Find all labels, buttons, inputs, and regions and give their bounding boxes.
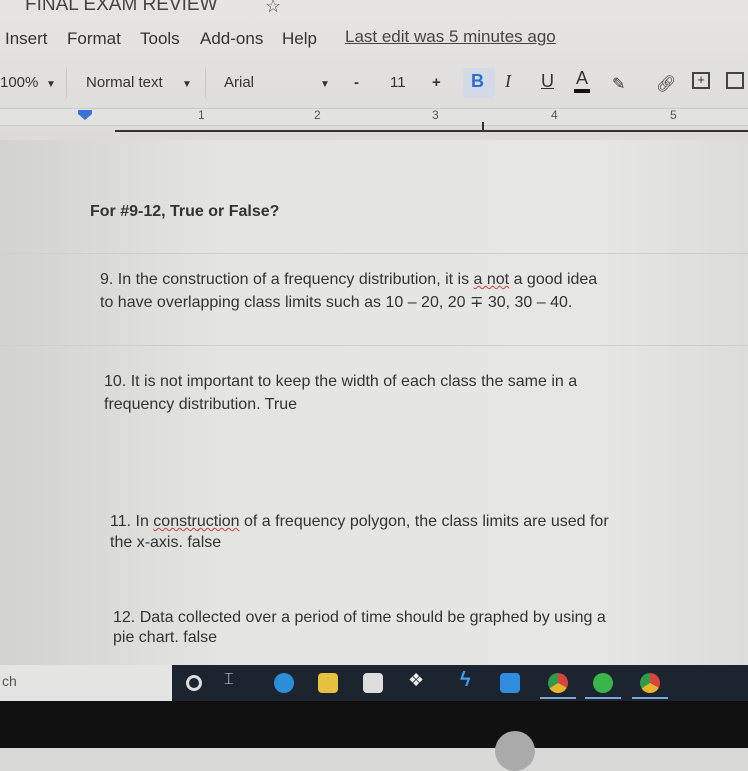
question-9-line-2: to have overlapping class limits such as… — [100, 294, 573, 311]
hp-logo-icon — [495, 731, 535, 771]
font-size-input[interactable]: 11 — [390, 74, 406, 91]
question-10-line-1: 10. It is not important to keep the widt… — [104, 373, 578, 390]
chrome-icon[interactable] — [548, 673, 568, 693]
star-icon[interactable]: ☆ — [265, 0, 281, 17]
style-select[interactable]: Normal text — [86, 74, 163, 91]
link-icon[interactable]: 🔗︎ — [656, 74, 676, 94]
spotify-icon[interactable] — [593, 673, 613, 693]
cortana-icon[interactable] — [186, 675, 202, 691]
font-select[interactable]: Arial — [224, 74, 254, 91]
menu-help[interactable]: Help — [282, 29, 317, 49]
monitor-bezel — [0, 701, 748, 771]
document-page[interactable]: For #9-12, True or False? 9. In the cons… — [0, 140, 748, 665]
insert-image-icon[interactable] — [726, 72, 744, 89]
store-icon[interactable] — [363, 673, 383, 693]
ruler-mark: 3 — [432, 108, 439, 122]
document-title[interactable]: FINAL EXAM REVIEW — [25, 0, 218, 16]
chevron-down-icon: ▼ — [182, 79, 192, 90]
highlight-icon[interactable]: ✎ — [612, 74, 625, 94]
underline-button[interactable]: U — [541, 71, 554, 92]
question-10-line-2: frequency distribution. True — [104, 396, 297, 413]
text-color-button[interactable]: A — [574, 68, 591, 93]
edge-icon[interactable] — [274, 673, 294, 693]
chevron-down-icon: ▼ — [320, 79, 330, 90]
question-11-line-1: 11. In construction of a frequency polyg… — [110, 513, 609, 530]
taskbar: ch ⌶ ❖ ϟ — [0, 665, 748, 701]
docs-header: FINAL EXAM REVIEW ☆ Insert Format Tools … — [0, 0, 748, 140]
menu-add-ons[interactable]: Add-ons — [200, 29, 263, 49]
menu-format[interactable]: Format — [67, 29, 121, 49]
italic-button[interactable]: I — [505, 71, 511, 92]
dropbox-icon[interactable]: ❖ — [408, 670, 424, 691]
ruler-mark: 2 — [314, 108, 321, 122]
ruler[interactable] — [0, 108, 748, 126]
ruler-mark: 1 — [198, 108, 205, 122]
question-12-line-2: pie chart. false — [113, 629, 218, 646]
increase-font-button[interactable]: + — [432, 74, 441, 91]
question-9-line-1: 9. In the construction of a frequency di… — [100, 271, 598, 288]
menu-insert[interactable]: Insert — [5, 29, 48, 49]
question-12-line-1: 12. Data collected over a period of time… — [113, 609, 606, 626]
ruler-mark: 5 — [670, 108, 677, 122]
add-comment-icon[interactable]: + — [692, 72, 710, 89]
taskbar-search[interactable]: ch — [0, 665, 172, 701]
spelling-error[interactable]: construction — [153, 513, 239, 530]
question-11-line-2: the x-axis. false — [110, 534, 222, 551]
chrome-icon[interactable] — [640, 673, 660, 693]
chevron-down-icon[interactable]: ▼ — [46, 79, 56, 90]
bold-button[interactable]: B — [471, 71, 484, 92]
menu-tools[interactable]: Tools — [140, 29, 180, 49]
mail-icon[interactable] — [500, 673, 520, 693]
decrease-font-button[interactable]: - — [354, 74, 359, 91]
section-heading: For #9-12, True or False? — [90, 203, 280, 220]
file-explorer-icon[interactable] — [318, 673, 338, 693]
zoom-select[interactable]: 100% — [0, 74, 38, 91]
task-view-icon[interactable]: ⌶ — [224, 671, 234, 689]
ruler-mark: 4 — [551, 108, 558, 122]
search-text: ch — [2, 673, 17, 689]
app-icon[interactable]: ϟ — [460, 669, 471, 692]
spelling-error[interactable]: a not — [474, 271, 510, 288]
last-edit-link[interactable]: Last edit was 5 minutes ago — [345, 27, 556, 47]
